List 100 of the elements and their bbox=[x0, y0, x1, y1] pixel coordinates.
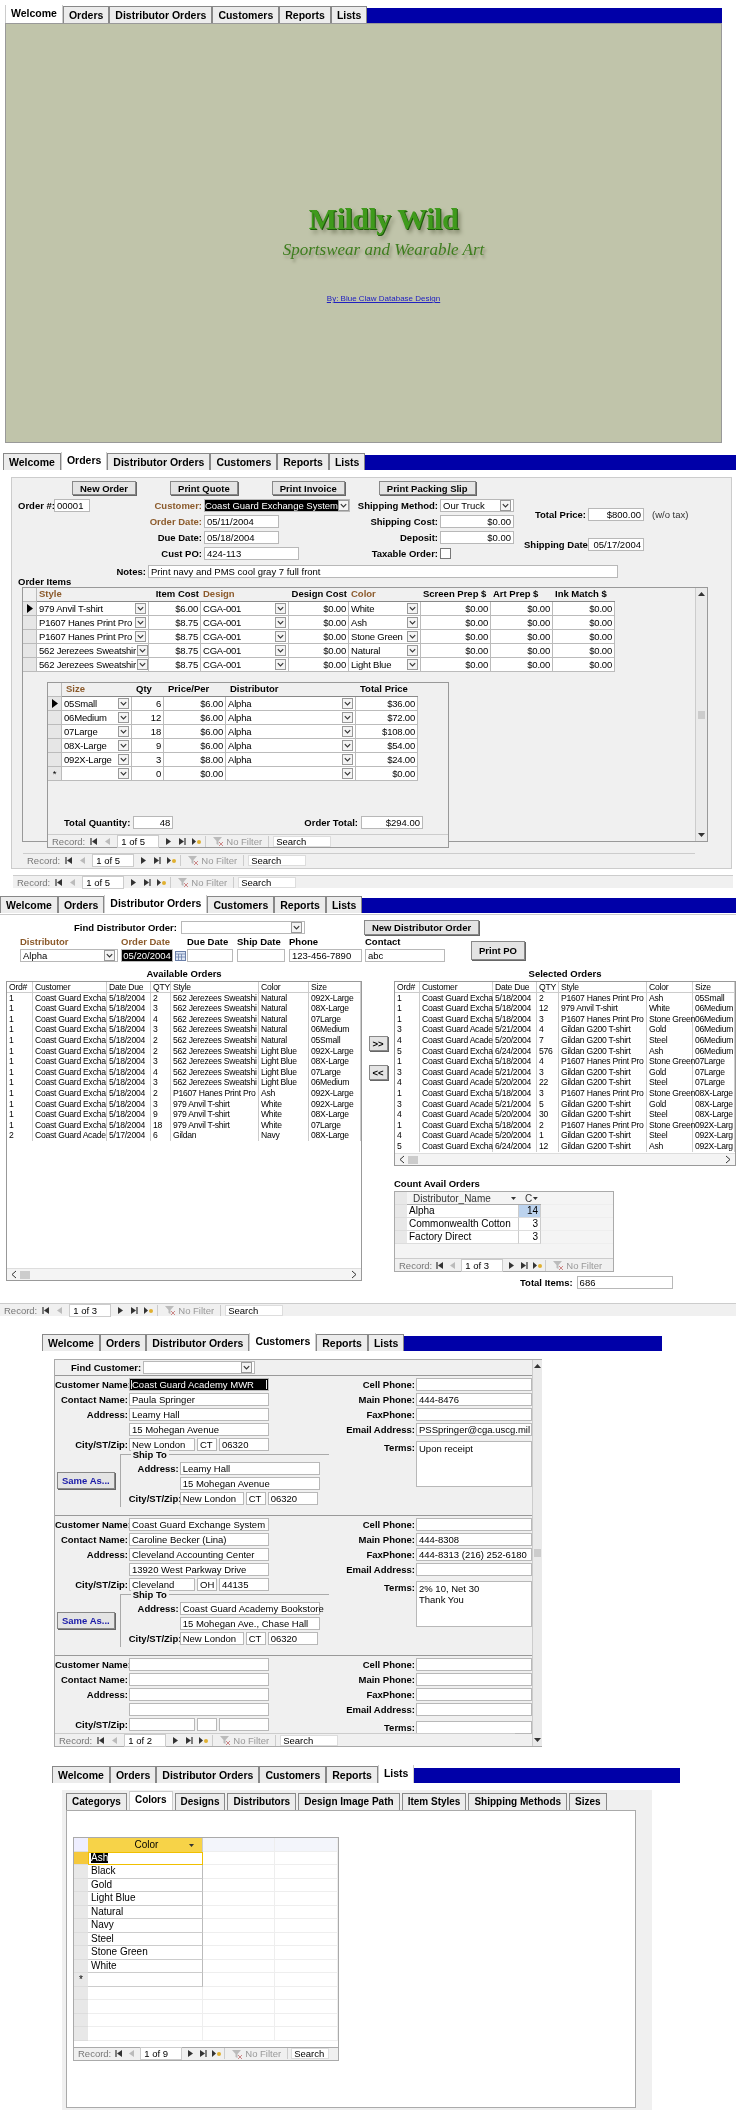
tab[interactable]: Welcome bbox=[0, 896, 58, 913]
tab[interactable]: Designs bbox=[174, 1793, 226, 1810]
button[interactable]: Print Invoice bbox=[271, 481, 345, 495]
tab[interactable]: Welcome bbox=[42, 1334, 100, 1351]
record-position-field[interactable]: 1 of 2 bbox=[124, 1733, 167, 1747]
table-cell[interactable]: Stone Green bbox=[88, 1946, 203, 1960]
tab[interactable]: Lists bbox=[367, 1334, 405, 1351]
tab[interactable]: Sizes bbox=[569, 1793, 607, 1810]
tab[interactable]: Customers bbox=[207, 896, 275, 913]
text-field[interactable]: Cleveland Accounting Center bbox=[129, 1548, 269, 1561]
text-field[interactable]: abc bbox=[365, 949, 445, 962]
tab[interactable]: Customers bbox=[249, 1333, 317, 1351]
table-cell[interactable]: Black bbox=[88, 1865, 203, 1879]
search-field[interactable]: Search bbox=[238, 876, 297, 888]
text-field[interactable]: $0.00 bbox=[440, 515, 514, 528]
text-field[interactable]: CT bbox=[245, 1492, 266, 1505]
tab[interactable]: Distributor Orders bbox=[109, 6, 213, 23]
tab[interactable]: Reports bbox=[279, 6, 331, 23]
button[interactable]: >> bbox=[368, 1036, 388, 1051]
column-header[interactable]: Color bbox=[88, 1838, 203, 1852]
text-field[interactable]: 44135 bbox=[219, 1578, 269, 1591]
button[interactable]: Print PO bbox=[471, 941, 525, 960]
tab[interactable]: Lists bbox=[325, 896, 363, 913]
tab[interactable]: Orders bbox=[60, 452, 108, 470]
text-field[interactable]: 05/18/2004 bbox=[204, 531, 279, 544]
text-field[interactable]: 06320 bbox=[219, 1438, 269, 1451]
dropdown-field[interactable]: Our Truck bbox=[440, 499, 514, 512]
record-position-field[interactable]: 1 of 9 bbox=[140, 2047, 183, 2060]
text-field[interactable]: 444-8476 bbox=[416, 1393, 532, 1406]
tab[interactable]: Customers bbox=[210, 453, 278, 470]
dropdown-field[interactable]: Coast Guard Exchange System bbox=[204, 499, 350, 512]
text-field[interactable]: Coast Guard Academy MWR bbox=[129, 1378, 269, 1391]
text-field[interactable]: $294.00 bbox=[361, 816, 423, 829]
tab[interactable]: Colors bbox=[128, 1791, 173, 1810]
button[interactable]: Same As... bbox=[57, 1472, 115, 1489]
record-position-field[interactable]: 1 of 5 bbox=[117, 834, 160, 848]
credit-link[interactable]: By: Blue Claw Database Design bbox=[326, 294, 441, 303]
tab[interactable]: Lists bbox=[330, 6, 368, 23]
text-field[interactable]: 05/20/2004 bbox=[121, 949, 173, 962]
record-position-field[interactable]: 1 of 5 bbox=[82, 875, 125, 889]
text-field[interactable]: 123-456-7890 bbox=[289, 949, 362, 962]
text-field[interactable]: 00001 bbox=[54, 499, 90, 512]
tab[interactable]: Shipping Methods bbox=[468, 1793, 568, 1810]
tab[interactable]: Orders bbox=[57, 896, 105, 913]
text-field[interactable]: New London bbox=[179, 1492, 244, 1505]
table-cell[interactable]: Navy bbox=[88, 1919, 203, 1933]
table-cell[interactable]: Light Blue bbox=[88, 1892, 203, 1906]
search-field[interactable]: Search bbox=[225, 1304, 284, 1316]
text-field[interactable]: 686 bbox=[576, 1276, 673, 1289]
text-field[interactable]: 13920 West Parkway Drive bbox=[129, 1563, 269, 1576]
text-field[interactable]: Cleveland bbox=[129, 1578, 195, 1591]
text-field[interactable]: 06320 bbox=[267, 1632, 318, 1645]
record-position-field[interactable]: 1 of 3 bbox=[69, 1303, 112, 1317]
search-field[interactable]: Search bbox=[291, 2048, 330, 2059]
tab[interactable]: Orders bbox=[62, 6, 110, 23]
text-field[interactable]: 48 bbox=[133, 816, 174, 829]
tab[interactable]: Orders bbox=[109, 1766, 157, 1783]
search-field[interactable]: Search bbox=[248, 854, 307, 866]
button[interactable]: Print Packing Slip bbox=[378, 481, 476, 495]
text-field[interactable]: New London bbox=[179, 1632, 244, 1645]
search-field[interactable]: Search bbox=[273, 835, 332, 847]
tab[interactable]: Customers bbox=[212, 6, 280, 23]
text-field[interactable]: 15 Mohegan Ave., Chase Hall bbox=[179, 1617, 320, 1630]
tab[interactable]: Welcome bbox=[5, 5, 63, 23]
button[interactable]: Same As... bbox=[57, 1612, 115, 1629]
text-field[interactable]: 424-113 bbox=[204, 547, 299, 560]
text-field[interactable]: 444-8308 bbox=[416, 1533, 532, 1546]
tab[interactable]: Lists bbox=[328, 453, 366, 470]
text-field[interactable]: CT bbox=[245, 1632, 266, 1645]
tab[interactable]: Distributor Orders bbox=[104, 895, 208, 913]
text-field[interactable]: Print navy and PMS cool gray 7 full front bbox=[148, 565, 618, 578]
text-field[interactable]: PSSpringer@cga.uscg.mil bbox=[416, 1423, 532, 1436]
search-field[interactable]: Search bbox=[280, 1734, 339, 1746]
tab[interactable]: Lists bbox=[377, 1765, 415, 1783]
text-field[interactable]: Leamy Hall bbox=[179, 1462, 320, 1475]
button[interactable]: New Distributor Order bbox=[363, 919, 480, 935]
tab[interactable]: Customers bbox=[259, 1766, 327, 1783]
tab[interactable]: Item Styles bbox=[401, 1793, 467, 1810]
text-field[interactable]: 06320 bbox=[267, 1492, 318, 1505]
tab[interactable]: Categorys bbox=[66, 1793, 127, 1810]
tab[interactable]: Distributor Orders bbox=[146, 1334, 250, 1351]
text-field[interactable]: 05/11/2004 bbox=[204, 515, 279, 528]
tab[interactable]: Orders bbox=[99, 1334, 147, 1351]
button[interactable]: New Order bbox=[72, 481, 137, 495]
record-position-field[interactable]: 1 of 5 bbox=[92, 853, 135, 867]
text-field[interactable]: CT bbox=[197, 1438, 217, 1451]
text-field[interactable]: Coast Guard Exchange System bbox=[129, 1518, 269, 1531]
tab[interactable]: Reports bbox=[277, 453, 329, 470]
text-field[interactable]: New London bbox=[129, 1438, 195, 1451]
text-field[interactable]: Leamy Hall bbox=[129, 1408, 269, 1421]
tab[interactable]: Design Image Path bbox=[298, 1793, 400, 1810]
text-field[interactable]: $0.00 bbox=[440, 531, 514, 544]
text-field[interactable]: Caroline Becker (Lina) bbox=[129, 1533, 269, 1546]
text-field[interactable]: 15 Mohegan Avenue bbox=[129, 1423, 269, 1436]
tab[interactable]: Welcome bbox=[3, 453, 61, 470]
button[interactable]: Print Quote bbox=[170, 481, 238, 495]
button[interactable]: << bbox=[368, 1065, 388, 1080]
text-field[interactable]: 05/17/2004 bbox=[588, 538, 644, 551]
tab[interactable]: Distributor Orders bbox=[156, 1766, 260, 1783]
record-position-field[interactable]: 1 of 3 bbox=[461, 1258, 504, 1272]
